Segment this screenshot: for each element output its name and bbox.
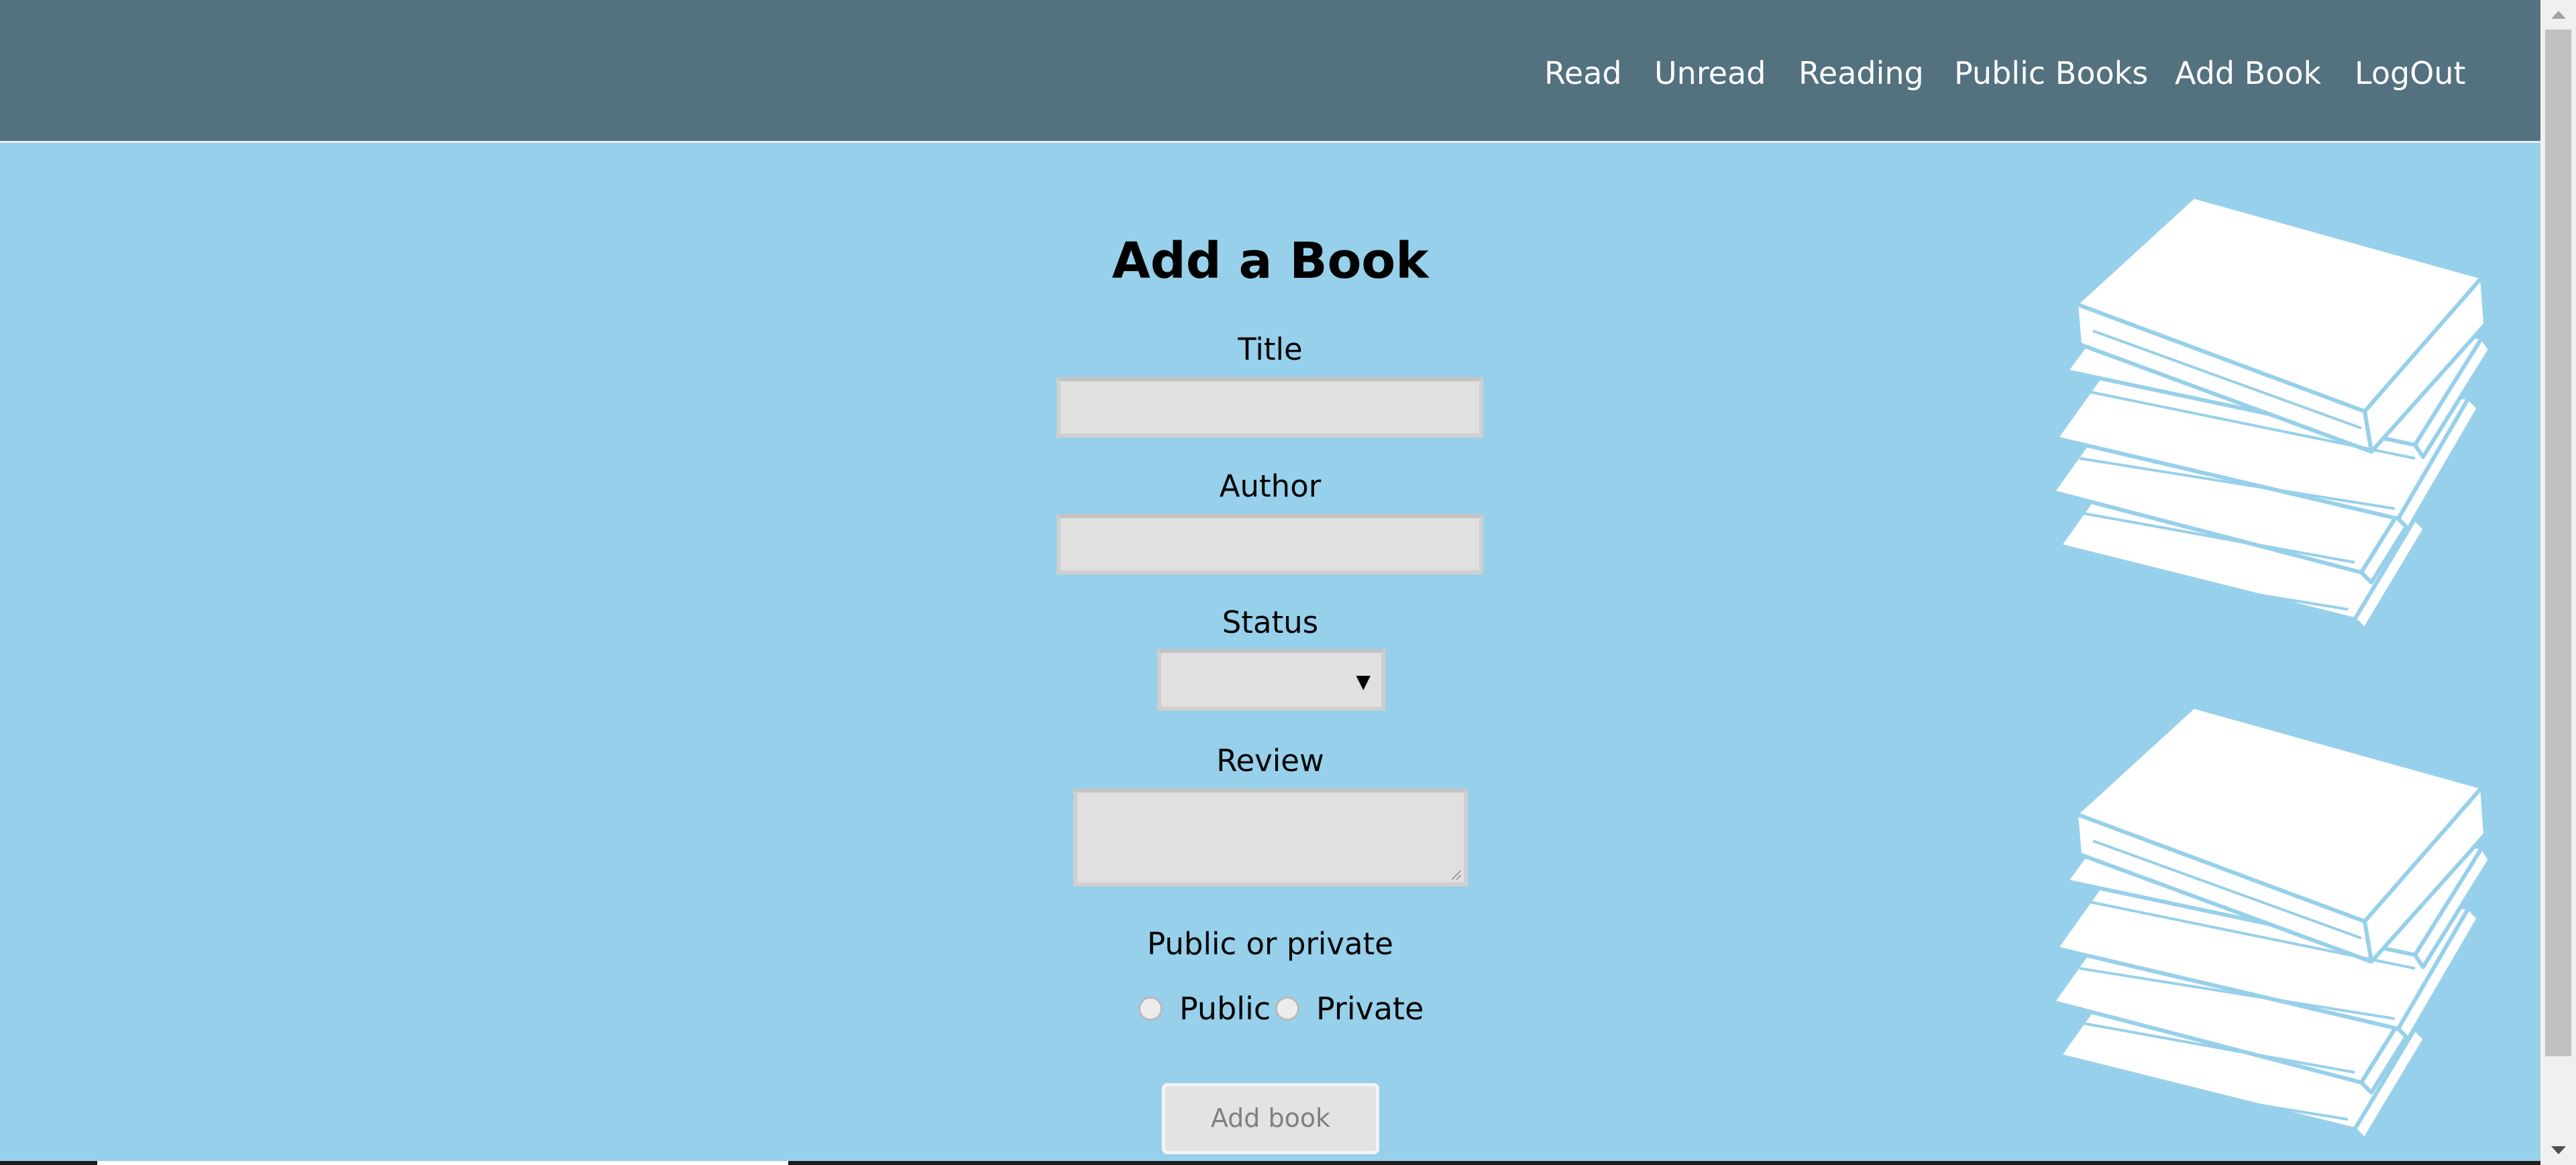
- add-book-button[interactable]: Add book: [1162, 1083, 1379, 1154]
- public-radio[interactable]: [1138, 997, 1163, 1021]
- bottom-border-highlight: [97, 1161, 788, 1165]
- top-navbar: Read Unread Reading Public Books Add Boo…: [0, 0, 2540, 143]
- status-select[interactable]: ▼: [1157, 649, 1385, 711]
- nav-link-reading[interactable]: Reading: [1799, 55, 1924, 91]
- nav-link-logout[interactable]: LogOut: [2355, 55, 2466, 91]
- nav-link-add-book[interactable]: Add Book: [2175, 55, 2321, 91]
- nav-link-unread[interactable]: Unread: [1654, 55, 1766, 91]
- book-stack-icon: [2051, 195, 2492, 631]
- title-input[interactable]: [1057, 377, 1483, 438]
- scroll-down-icon[interactable]: [2540, 1135, 2576, 1165]
- private-radio-label[interactable]: Private: [1316, 990, 1424, 1027]
- review-textarea[interactable]: [1073, 789, 1468, 887]
- nav-link-public-books[interactable]: Public Books: [1954, 55, 2148, 91]
- vertical-scrollbar[interactable]: [2540, 0, 2576, 1165]
- resize-grip-icon[interactable]: [1452, 870, 1461, 880]
- scrollbar-thumb[interactable]: [2545, 30, 2571, 1056]
- private-radio[interactable]: [1275, 997, 1299, 1021]
- author-input[interactable]: [1057, 514, 1483, 574]
- scroll-up-icon[interactable]: [2540, 0, 2576, 30]
- public-radio-label[interactable]: Public: [1179, 990, 1271, 1027]
- chevron-down-icon: ▼: [1356, 670, 1371, 693]
- main-content: Add a Book Title Author Status ▼ Review …: [0, 143, 2540, 1165]
- nav-link-read[interactable]: Read: [1544, 55, 1622, 91]
- book-stack-icon: [2051, 705, 2492, 1142]
